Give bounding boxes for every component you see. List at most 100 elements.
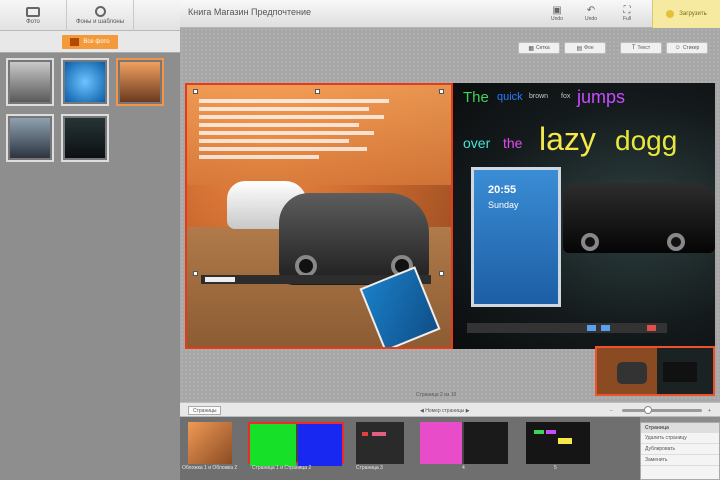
resize-handle[interactable]	[439, 89, 444, 94]
toolbar-field[interactable]	[205, 277, 235, 282]
text-line	[199, 115, 384, 119]
wheel	[667, 233, 685, 251]
phone-screen-image[interactable]: 20:55 Sunday	[471, 167, 561, 307]
photos-button[interactable]: Фото	[0, 0, 67, 31]
delete-page-item[interactable]: Удалить страницу	[641, 433, 719, 444]
word-text: lazy	[539, 121, 596, 157]
backgrounds-button[interactable]: Фоны и шаблоны	[67, 0, 134, 31]
undo-icon: ↶	[586, 5, 596, 16]
thumb-mark	[546, 430, 556, 434]
next-icon[interactable]: ▶	[464, 408, 470, 414]
thumb-mark	[558, 438, 572, 444]
text-button[interactable]: T Текст	[620, 42, 662, 54]
zoom-slider[interactable]	[622, 406, 702, 414]
sticker-button[interactable]: ☺ Стикер	[666, 42, 708, 54]
replace-page-item[interactable]: Заменить	[641, 455, 719, 466]
preview-limo	[663, 362, 697, 382]
pages-strip-bar: Страницы ◀ Номер страницы ▶ − +	[180, 402, 720, 417]
left-toolbar: Фото Фоны и шаблоны	[0, 0, 180, 31]
page-number-control[interactable]: ◀ Номер страницы ▶	[420, 406, 470, 415]
delete-icon[interactable]	[647, 325, 656, 331]
page-left-selected[interactable]	[185, 83, 453, 349]
spread-page-3[interactable]	[356, 422, 404, 464]
grid-button[interactable]: ▦ Сетка	[518, 42, 560, 54]
page-properties-header: Страница	[641, 423, 719, 433]
undo-button[interactable]: ↶ Undo	[574, 0, 608, 28]
page-thumb-pink	[420, 422, 462, 464]
text-line	[199, 123, 359, 127]
page-number-label: Номер страницы	[425, 407, 465, 414]
text-icon: T	[631, 45, 636, 51]
word-text: The	[463, 89, 489, 106]
save-button[interactable]: ▣ Undo	[540, 0, 574, 28]
spread-label: Обложка 1 и Обложка 2	[182, 465, 238, 471]
zoom-in-icon[interactable]: +	[708, 406, 711, 415]
pictures-tabbar: Все фото	[0, 31, 180, 53]
thumbnail-car-silver[interactable]	[6, 114, 54, 162]
zoom-out-icon[interactable]: −	[610, 406, 613, 415]
tool-icon[interactable]	[587, 325, 596, 331]
thumbnail-car-orange[interactable]	[116, 58, 164, 106]
duplicate-page-item[interactable]: Дублировать	[641, 444, 719, 455]
text-line	[199, 139, 349, 143]
save-label: Undo	[551, 16, 563, 22]
thumb-mark	[362, 432, 368, 436]
limousine-image[interactable]	[563, 183, 715, 253]
resize-handle[interactable]	[439, 271, 444, 276]
tool-icon[interactable]	[601, 325, 610, 331]
workspace: ▦ Сетка ▤ Фон T Текст ☺ Стикер The quick…	[180, 28, 720, 402]
spread-selected[interactable]	[248, 422, 344, 466]
thumbnail-car-gray[interactable]	[6, 58, 54, 106]
spread-label: 5	[554, 465, 557, 471]
page-right[interactable]: The quick brown fox jumps over the lazy …	[453, 83, 715, 349]
photos-label: Фото	[26, 18, 40, 25]
page-thumb-blue	[298, 424, 342, 466]
thumb-mark	[372, 432, 386, 436]
upload-icon	[666, 10, 675, 18]
photo-toolbar-right[interactable]	[467, 323, 667, 333]
zoom-knob[interactable]	[643, 406, 652, 414]
page-caption: Страница 2 из 10	[416, 392, 457, 398]
fullscreen-label: Full	[622, 16, 632, 22]
left-panel: Фото Фоны и шаблоны Все фото	[0, 0, 180, 480]
save-icon: ▣	[552, 5, 562, 16]
all-photos-label: Все фото	[83, 38, 110, 45]
thumbnail-blue-phone[interactable]	[61, 58, 109, 106]
pages-switch[interactable]: Страницы	[188, 406, 222, 415]
cover-page-thumb	[188, 422, 232, 464]
thumb-mark	[534, 430, 544, 434]
all-photos-tab[interactable]: Все фото	[62, 34, 118, 49]
upload-label: Загрузить	[679, 11, 707, 17]
text-line	[199, 131, 374, 135]
thumbnail-car-dark[interactable]	[61, 114, 109, 162]
word-text: over	[463, 135, 491, 151]
spread-page-4[interactable]	[420, 422, 508, 464]
background-button[interactable]: ▤ Фон	[564, 42, 606, 54]
word-text: fox	[561, 93, 571, 100]
resize-handle[interactable]	[193, 89, 198, 94]
spread-cover[interactable]	[188, 422, 232, 464]
wheel	[295, 255, 317, 277]
grid-icon: ▦	[528, 45, 535, 52]
pages-label[interactable]: Страницы	[188, 406, 222, 415]
page-strip: Обложка 1 и Обложка 2 Страница 1 и Стран…	[180, 417, 640, 480]
sticker-icon: ☺	[674, 45, 681, 51]
word-text: jumps	[577, 87, 626, 107]
word-text: quick	[497, 91, 523, 103]
resize-handle[interactable]	[193, 271, 198, 276]
undo-label: Undo	[585, 16, 597, 22]
fullscreen-icon: ⛶	[623, 5, 631, 16]
text-line	[199, 147, 367, 151]
photo-icon	[26, 6, 40, 17]
resize-handle[interactable]	[315, 89, 320, 94]
fullscreen-button[interactable]: ⛶ Full	[610, 0, 644, 28]
upload-button[interactable]: Загрузить	[652, 0, 720, 28]
text-line	[199, 107, 369, 111]
document-title: Книга Магазин Предпочтение	[188, 7, 311, 17]
text-label: Текст	[637, 45, 651, 51]
spread-page-5[interactable]	[526, 422, 590, 464]
word-text: dogg	[615, 125, 678, 156]
background-icon: ▤	[576, 45, 583, 52]
top-bar: Книга Магазин Предпочтение ▣ Undo ↶ Undo…	[180, 0, 720, 28]
navigator-preview[interactable]	[595, 346, 715, 396]
